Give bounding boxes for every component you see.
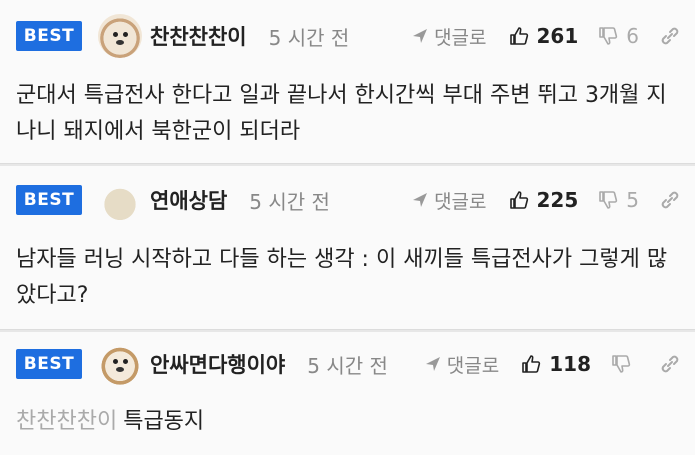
- reply-label: 댓글로: [434, 26, 487, 49]
- link-icon: [661, 355, 679, 373]
- share-link-button[interactable]: [659, 25, 681, 47]
- share-link-button[interactable]: [659, 353, 681, 375]
- dislike-button[interactable]: 5: [598, 188, 639, 212]
- author-nickname[interactable]: 안싸면다행이야: [150, 349, 285, 379]
- reply-button[interactable]: 댓글로: [412, 23, 487, 50]
- thumbs-up-icon: [522, 355, 541, 373]
- like-button[interactable]: 118: [521, 352, 591, 376]
- comment-item: BEST 연애상담 5 시간 전 댓글로 225 5 남자들 러닝 시작하고 다…: [0, 166, 695, 330]
- avatar[interactable]: [98, 178, 142, 222]
- comment-time: 5 시간 전: [249, 189, 330, 214]
- avatar[interactable]: [98, 342, 142, 386]
- author-nickname[interactable]: 연애상담: [150, 185, 227, 215]
- thumbs-up-icon: [509, 27, 528, 45]
- best-badge: BEST: [16, 349, 82, 379]
- reply-label: 댓글로: [446, 354, 500, 377]
- reply-button[interactable]: 댓글로: [412, 187, 487, 214]
- comment-item: BEST 찬찬찬찬이 5 시간 전 댓글로 261 6 군대서 특급전사 한다고…: [0, 0, 695, 164]
- best-badge: BEST: [16, 21, 82, 51]
- like-count: 261: [536, 24, 579, 48]
- best-badge: BEST: [16, 185, 82, 215]
- like-button[interactable]: 225: [509, 188, 579, 212]
- thumbs-down-icon: [612, 355, 631, 373]
- comment-item: BEST 안싸면다행이야 5 시간 전 댓글로 118 찬찬찬찬이 특급동지: [0, 332, 695, 455]
- send-arrow-icon: [425, 357, 440, 371]
- thumbs-down-icon: [599, 191, 618, 209]
- like-button[interactable]: 261: [509, 24, 579, 48]
- dislike-count: 6: [626, 24, 639, 48]
- dislike-button[interactable]: 6: [598, 24, 639, 48]
- like-count: 225: [536, 188, 579, 212]
- comment-text: 군대서 특급전사 한다고 일과 끝나서 한시간씩 부대 주변 뛰고 3개월 지나…: [16, 83, 667, 144]
- comment-text: 특급동지: [123, 409, 205, 434]
- comment-text-row: 찬찬찬찬이 특급동지: [16, 404, 681, 440]
- send-arrow-icon: [413, 29, 428, 43]
- send-arrow-icon: [413, 193, 428, 207]
- comment-time: 5 시간 전: [307, 353, 388, 378]
- comment-header: BEST 찬찬찬찬이 5 시간 전 댓글로 261 6: [16, 14, 681, 58]
- comment-time: 5 시간 전: [268, 25, 350, 50]
- comment-header: BEST 연애상담 5 시간 전 댓글로 225 5: [16, 178, 681, 222]
- reply-mention[interactable]: 찬찬찬찬이: [16, 409, 117, 434]
- dislike-button[interactable]: [611, 354, 639, 374]
- thumbs-down-icon: [599, 27, 618, 45]
- comment-header: BEST 안싸면다행이야 5 시간 전 댓글로 118: [16, 342, 681, 386]
- dislike-count: 5: [626, 188, 639, 212]
- comment-text: 남자들 러닝 시작하고 다들 하는 생각 : 이 새끼들 특급전사가 그렇게 많…: [16, 247, 668, 308]
- share-link-button[interactable]: [659, 189, 681, 211]
- link-icon: [661, 191, 679, 209]
- thumbs-up-icon: [509, 191, 528, 209]
- reply-label: 댓글로: [434, 190, 487, 213]
- like-count: 118: [549, 352, 591, 376]
- link-icon: [661, 27, 679, 45]
- author-nickname[interactable]: 찬찬찬찬이: [150, 21, 247, 51]
- avatar[interactable]: [98, 14, 142, 58]
- reply-button[interactable]: 댓글로: [425, 351, 499, 378]
